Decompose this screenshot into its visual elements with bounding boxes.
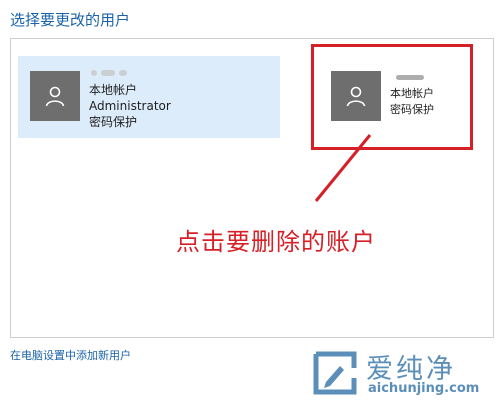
add-user-link[interactable]: 在电脑设置中添加新用户 — [10, 347, 131, 363]
watermark-url: aichunjing.com — [368, 381, 480, 396]
pointer-line — [314, 134, 372, 202]
watermark: 爱纯净 aichunjing.com — [310, 344, 500, 401]
aichunjing-logo-icon — [313, 351, 357, 395]
annotation-text: 点击要删除的账户 — [176, 228, 376, 256]
